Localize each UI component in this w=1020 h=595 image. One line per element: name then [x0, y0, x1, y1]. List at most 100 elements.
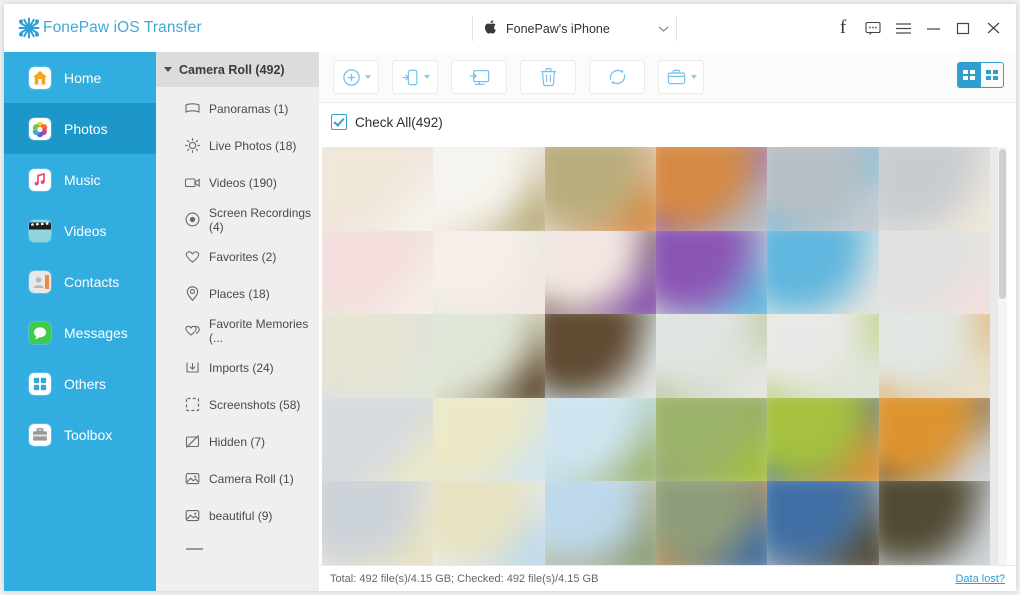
photo-thumbnail[interactable] — [433, 314, 545, 398]
chevron-down-icon[interactable] — [364, 75, 371, 79]
chevron-down-icon[interactable] — [423, 75, 430, 79]
export-to-device-button[interactable] — [392, 60, 438, 94]
panorama-icon — [184, 100, 201, 117]
album-item-imports[interactable]: Imports (24) — [156, 349, 319, 386]
album-item-hidden[interactable]: Hidden (7) — [156, 423, 319, 460]
home-icon — [29, 66, 51, 89]
photo-thumbnail[interactable] — [656, 230, 768, 315]
app-title: FonePaw iOS Transfer — [43, 19, 202, 36]
photo-thumbnail[interactable] — [322, 397, 434, 482]
photo-thumbnail[interactable] — [878, 230, 990, 315]
sidebar-item-music[interactable]: Music — [4, 154, 156, 205]
picture-icon — [184, 507, 201, 524]
chevron-down-icon[interactable] — [658, 20, 669, 38]
photo-thumbnail[interactable] — [656, 397, 768, 482]
device-name: FonePaw's iPhone — [506, 21, 610, 36]
data-lost-link[interactable]: Data lost? — [955, 573, 1005, 585]
photo-thumbnail[interactable] — [878, 481, 990, 565]
chevron-down-icon[interactable] — [690, 75, 697, 79]
album-item-favorite-memories[interactable]: Favorite Memories (... — [156, 312, 319, 349]
photo-thumbnail[interactable] — [544, 397, 656, 482]
album-item-panoramas[interactable]: Panoramas (1) — [156, 90, 319, 127]
maximize-icon[interactable] — [948, 13, 978, 43]
brand: FonePaw iOS Transfer — [17, 16, 202, 40]
photo-thumbnail[interactable] — [544, 481, 656, 565]
video-camera-icon — [184, 174, 201, 191]
app-window: FonePaw iOS Transfer FonePaw's iPhone f — [4, 4, 1016, 591]
photo-thumbnail[interactable] — [322, 314, 434, 398]
check-all-label: Check All(492) — [355, 114, 443, 130]
photo-thumbnail[interactable] — [322, 481, 434, 565]
grid-large-icon[interactable] — [958, 63, 981, 87]
status-text: Total: 492 file(s)/4.15 GB; Checked: 492… — [330, 572, 599, 585]
album-item-screen-recordings[interactable]: Screen Recordings (4) — [156, 201, 319, 238]
apple-icon — [484, 19, 498, 38]
picture-icon — [184, 470, 201, 487]
album-item-label: Screen Recordings (4) — [209, 205, 312, 234]
photo-thumbnail[interactable] — [433, 481, 545, 565]
album-item-label: Live Photos (18) — [209, 138, 297, 153]
photo-thumbnail[interactable] — [322, 230, 434, 315]
menu-icon[interactable] — [888, 13, 918, 43]
grid-small-icon[interactable] — [981, 63, 1004, 87]
photo-thumbnail[interactable] — [767, 147, 879, 231]
photo-thumbnail[interactable] — [878, 397, 990, 482]
feedback-icon[interactable] — [858, 13, 888, 43]
export-to-pc-button[interactable] — [451, 60, 507, 94]
photo-thumbnail[interactable] — [433, 230, 545, 315]
photo-thumbnail[interactable] — [544, 230, 656, 315]
photo-thumbnail[interactable] — [767, 481, 879, 565]
check-all-row[interactable]: Check All(492) — [319, 103, 1016, 141]
add-button[interactable] — [333, 60, 379, 94]
album-item-places[interactable]: Places (18) — [156, 275, 319, 312]
status-bar: Total: 492 file(s)/4.15 GB; Checked: 492… — [319, 565, 1016, 591]
photo-thumbnail[interactable] — [544, 314, 656, 398]
sidebar-item-toolbox[interactable]: Toolbox — [4, 409, 156, 460]
view-toggle[interactable] — [957, 62, 1004, 88]
sidebar-item-messages[interactable]: Messages — [4, 307, 156, 358]
sidebar-item-contacts[interactable]: Contacts — [4, 256, 156, 307]
check-all-checkbox[interactable] — [331, 114, 347, 130]
sidebar-item-photos[interactable]: Photos — [4, 103, 156, 154]
toolkit-button[interactable] — [658, 60, 704, 94]
vertical-scrollbar[interactable] — [998, 147, 1007, 565]
album-item-label: Videos (190) — [209, 175, 277, 190]
sidebar-item-videos[interactable]: Videos — [4, 205, 156, 256]
photo-thumbnail[interactable] — [656, 314, 768, 398]
import-tray-icon — [184, 359, 201, 376]
album-list: Panoramas (1) Live Photos (18) Videos (1… — [156, 87, 319, 564]
photo-thumbnail[interactable] — [433, 147, 545, 231]
album-item-label: Screenshots (58) — [209, 397, 301, 412]
facebook-icon[interactable]: f — [828, 13, 858, 43]
album-item-favorites[interactable]: Favorites (2) — [156, 238, 319, 275]
photo-thumbnail[interactable] — [878, 147, 990, 231]
album-item-screenshots[interactable]: Screenshots (58) — [156, 386, 319, 423]
minimize-icon[interactable] — [918, 13, 948, 43]
photo-thumbnail[interactable] — [878, 314, 990, 398]
thumbnail-image — [656, 397, 768, 482]
photo-thumbnail[interactable] — [322, 147, 434, 231]
thumbnail-image — [433, 314, 545, 398]
photo-thumbnail[interactable] — [767, 314, 879, 398]
album-group-header[interactable]: Camera Roll (492) — [156, 52, 319, 87]
photo-thumbnail[interactable] — [767, 397, 879, 482]
sidebar-item-label: Photos — [64, 120, 108, 137]
photo-thumbnail[interactable] — [656, 481, 768, 565]
thumbnail-image — [544, 314, 656, 398]
thumbnail-image — [656, 314, 768, 398]
delete-button[interactable] — [520, 60, 576, 94]
album-item-beautiful[interactable]: beautiful (9) — [156, 497, 319, 534]
album-item-camera-roll[interactable]: Camera Roll (1) — [156, 460, 319, 497]
sidebar-item-others[interactable]: Others — [4, 358, 156, 409]
close-icon[interactable] — [978, 13, 1008, 43]
photo-thumbnail[interactable] — [433, 397, 545, 482]
album-item-live-photos[interactable]: Live Photos (18) — [156, 127, 319, 164]
scrollbar-thumb[interactable] — [999, 149, 1006, 299]
photo-thumbnail[interactable] — [544, 147, 656, 231]
album-item-videos[interactable]: Videos (190) — [156, 164, 319, 201]
device-selector[interactable]: FonePaw's iPhone — [472, 16, 677, 41]
photo-thumbnail[interactable] — [767, 230, 879, 315]
refresh-button[interactable] — [589, 60, 645, 94]
sidebar-item-home[interactable]: Home — [4, 52, 156, 103]
photo-thumbnail[interactable] — [656, 147, 768, 231]
